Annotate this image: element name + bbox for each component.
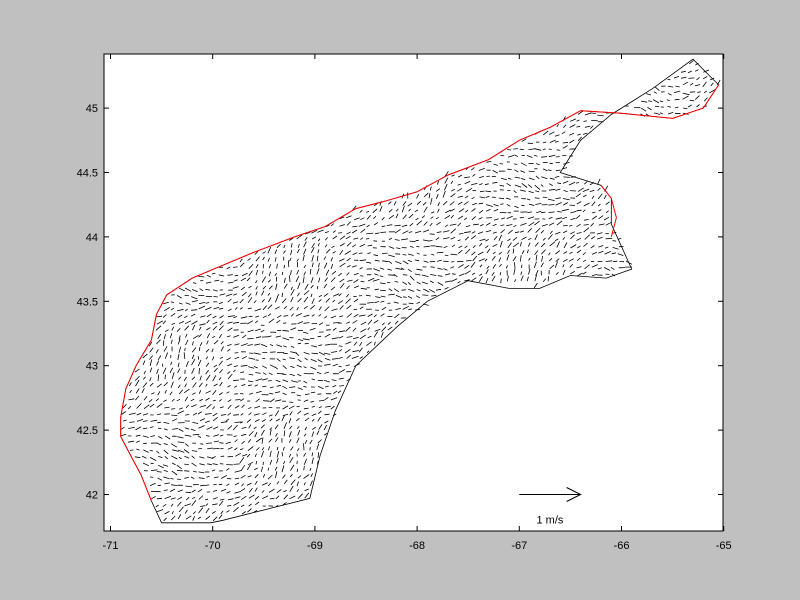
velocity-arrow [184,347,186,352]
velocity-arrow [184,470,190,472]
x-tick-label: -67 [511,540,527,552]
velocity-arrow [548,148,552,150]
velocity-arrow [150,462,154,465]
velocity-arrow [507,149,511,151]
axes-background [103,53,724,532]
velocity-arrow [170,408,176,410]
velocity-arrow [451,273,456,275]
y-tick-label: 43 [86,361,98,373]
velocity-arrow [156,497,163,500]
y-tick-label: 42.5 [77,425,98,437]
velocity-arrow [283,322,287,324]
velocity-arrow [338,232,343,234]
velocity-arrow [674,98,680,101]
velocity-arrow [263,400,270,402]
velocity-arrow [193,471,197,473]
velocity-arrow [569,155,573,157]
velocity-arrow [233,414,239,416]
velocity-arrow [514,262,516,269]
velocity-arrow [219,442,224,444]
x-tick-label: -70 [205,540,221,552]
velocity-arrow [338,345,343,347]
velocity-arrow [549,162,553,165]
velocity-arrow [164,374,166,380]
velocity-arrow [303,443,305,451]
velocity-arrow [507,168,512,170]
velocity-arrow [388,274,395,276]
velocity-arrow [198,367,200,375]
velocity-arrow [563,176,570,178]
velocity-arrow [157,484,161,487]
y-tick-label: 43.5 [77,296,98,308]
velocity-arrow [654,105,660,107]
velocity-arrow [267,380,272,382]
velocity-arrow [232,266,238,268]
quiver-figure: -71 -70 -69 -68 -67 -66 -65 42 42.5 43 43.5 44 44.5… [77,53,732,552]
velocity-arrow [688,77,695,79]
velocity-arrow [235,399,241,401]
velocity-arrow [513,148,518,150]
scale-arrow-label: 1 m/s [537,515,564,527]
y-tick-label: 42 [86,490,98,502]
velocity-arrow [212,448,220,450]
x-tick-label: -68 [409,540,425,552]
velocity-arrow [528,170,535,172]
x-tick-label: -69 [307,540,323,552]
velocity-arrow [317,393,322,395]
y-tick-label: 45 [86,103,98,115]
x-tick-label: -71 [103,540,119,552]
velocity-arrow [262,461,264,466]
velocity-arrow [157,421,161,424]
velocity-arrow [500,155,505,157]
velocity-arrow [309,447,311,451]
velocity-arrow [562,225,568,227]
y-tick-label: 44.5 [77,168,98,180]
velocity-arrow [184,463,189,465]
velocity-arrow [129,421,135,423]
velocity-arrow [512,248,515,254]
velocity-arrow [422,294,429,296]
velocity-arrow [326,329,331,331]
velocity-arrow [648,100,653,102]
velocity-arrow [281,271,284,276]
velocity-arrow [380,289,386,292]
velocity-arrow [234,393,238,395]
velocity-arrow [233,463,240,465]
velocity-arrow [289,401,294,403]
y-tick-label: 44 [86,232,98,244]
x-tick-label: -65 [716,540,732,552]
x-tick-label: -66 [614,540,630,552]
